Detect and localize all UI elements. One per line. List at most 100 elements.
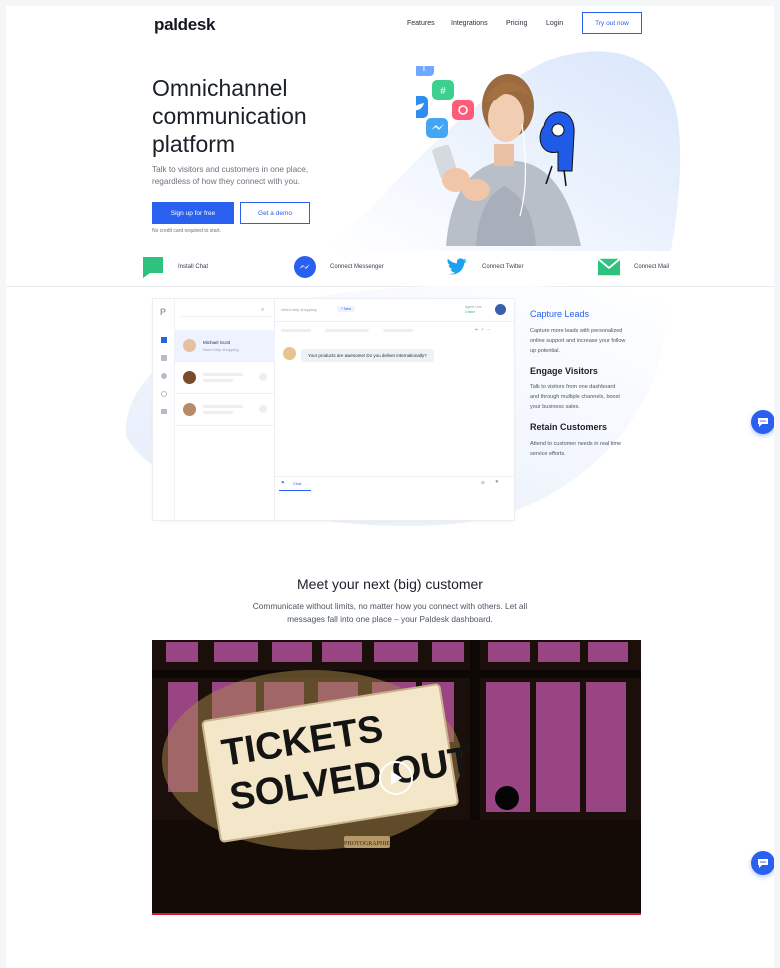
agent-status: Online <box>465 310 476 314</box>
meet-subtitle-line: Communicate without limits, no matter ho… <box>252 601 528 611</box>
chat-widget-button[interactable] <box>751 410 774 434</box>
channel-connect-messenger[interactable]: Connect Messenger <box>294 256 384 278</box>
new-chat-button[interactable]: + New <box>337 306 356 312</box>
chat-message-bubble: Your products are awesome! Do you delive… <box>301 349 434 362</box>
chat-nav-icon[interactable] <box>161 337 167 343</box>
feature-line: up potential. <box>530 348 560 354</box>
meet-subtitle: Communicate without limits, no matter ho… <box>242 600 538 625</box>
video-progress-bar[interactable] <box>152 913 641 915</box>
video-player[interactable]: TICKETS SOLVED OUT PHOTOGRAPHIE <box>152 640 641 915</box>
composer-tab-underline <box>279 490 311 491</box>
folder-nav-icon[interactable] <box>161 409 167 414</box>
feature-line: Talk to visitors from one dashboard <box>530 384 616 390</box>
user-nav-icon[interactable] <box>161 373 167 379</box>
chat-tab[interactable]: Need help shopping <box>281 307 317 312</box>
status-dot <box>259 373 267 381</box>
svg-text:#: # <box>440 86 446 97</box>
customer-avatar <box>283 347 296 360</box>
feature-line: service efforts. <box>530 451 566 457</box>
placeholder-line <box>281 329 311 332</box>
feature-title-engage-visitors: Engage Visitors <box>530 366 598 376</box>
attachment-icon[interactable]: ⌀ <box>481 479 485 486</box>
hero-image-woman-with-phone: f # <box>416 66 581 246</box>
conversation-search-input[interactable] <box>181 307 271 317</box>
channel-install-chat[interactable]: Install Chat <box>142 256 208 278</box>
no-credit-card-note: No credit card required to start. <box>152 228 221 234</box>
placeholder-line <box>203 379 233 382</box>
hero-title: Omnichannel communication platform <box>152 74 352 158</box>
chat-flag-icon <box>142 256 164 278</box>
plaque-text: PHOTOGRAPHIE <box>344 841 390 847</box>
nav-pricing[interactable]: Pricing <box>506 20 527 27</box>
feature-title-capture-leads: Capture Leads <box>530 309 590 319</box>
nav-integrations[interactable]: Integrations <box>451 20 488 27</box>
chat-actions-icon[interactable]: ⇤ ✓ ⋯ <box>475 327 491 333</box>
get-demo-button[interactable]: Get a demo <box>240 202 310 224</box>
paldesk-logo[interactable]: paldesk <box>154 15 216 35</box>
placeholder-line <box>203 411 233 414</box>
agent-avatar[interactable] <box>495 304 506 315</box>
channel-label: Install Chat <box>178 264 209 270</box>
placeholder-line <box>203 373 243 376</box>
chat-bubble-icon <box>758 858 768 868</box>
try-out-now-button[interactable]: Try out now <box>582 12 642 34</box>
channel-label: Connect Messenger <box>330 264 384 270</box>
twitter-bubble-icon <box>416 96 428 118</box>
avatar <box>183 403 196 416</box>
search-icon: ⌕ <box>261 307 265 313</box>
hero-title-line: platform <box>152 131 236 157</box>
agent-status-label: Agent Live <box>465 305 482 309</box>
meet-subtitle-line: messages fall into one place – your Pald… <box>287 613 493 624</box>
conversation-name: Michael Scott <box>203 340 231 345</box>
facebook-bubble-icon: f <box>416 66 434 76</box>
conversation-preview: Need help shopping <box>203 347 239 352</box>
status-dot <box>259 405 267 413</box>
hero-subtitle-line: Talk to visitors and customers in one pl… <box>152 165 309 174</box>
placeholder-line <box>203 405 243 408</box>
chat-bubble-icon <box>758 417 768 427</box>
hero-subtitle-line: regardless of how they connect with you. <box>152 177 300 186</box>
slack-bubble-icon: # <box>432 80 454 100</box>
tag-nav-icon[interactable] <box>161 355 167 361</box>
twitter-icon <box>446 256 468 278</box>
conversation-item[interactable] <box>175 362 275 394</box>
meet-title: Meet your next (big) customer <box>297 576 483 592</box>
hero-subtitle: Talk to visitors and customers in one pl… <box>152 164 352 188</box>
dashboard-sidebar: P <box>153 299 175 520</box>
feature-title-retain-customers: Retain Customers <box>530 422 608 432</box>
viber-bubble-icon <box>452 100 474 120</box>
conversation-item[interactable]: Michael Scott Need help shopping <box>175 330 275 362</box>
dashboard-logo: P <box>160 307 167 317</box>
avatar <box>183 339 196 352</box>
nav-features[interactable]: Features <box>407 20 435 27</box>
dashboard-mockup: P ⌕ Michael Scott Need help shopping Nee… <box>152 298 515 521</box>
conversation-list: ⌕ Michael Scott Need help shopping <box>175 299 275 520</box>
placeholder-line <box>383 329 413 332</box>
gear-nav-icon[interactable] <box>161 391 167 397</box>
svg-text:f: f <box>423 66 426 74</box>
feature-line: and through multiple channels, boost <box>530 394 620 400</box>
channel-connect-mail[interactable]: Connect Mail <box>598 256 669 278</box>
emoji-icon[interactable]: ● <box>495 479 499 485</box>
composer-chat-tab[interactable]: Chat <box>293 481 301 486</box>
feature-text-retain-customers: Attend to customer needs in real time se… <box>530 439 650 459</box>
feature-text-capture-leads: Capture more leads with personalized onl… <box>530 326 650 356</box>
channel-label: Connect Twitter <box>482 264 524 270</box>
mail-icon <box>598 256 620 278</box>
feature-line: Capture more leads with personalized <box>530 328 623 334</box>
feature-line: online support and increase your follow <box>530 338 626 344</box>
feature-line: your business sales. <box>530 404 580 410</box>
feature-line: Attend to customer needs in real time <box>530 441 622 447</box>
channel-connect-twitter[interactable]: Connect Twitter <box>446 256 524 278</box>
play-button[interactable] <box>379 761 413 795</box>
hero-title-line: Omnichannel <box>152 75 288 101</box>
page: paldesk Features Integrations Pricing Lo… <box>6 6 774 968</box>
nav-login[interactable]: Login <box>546 20 563 27</box>
hero-title-line: communication <box>152 103 307 129</box>
avatar <box>183 371 196 384</box>
chat-widget-button-lower[interactable] <box>751 851 774 875</box>
conversation-item[interactable] <box>175 394 275 426</box>
composer-divider <box>275 476 514 477</box>
composer-chat-icon: ⚑ <box>281 480 285 485</box>
sign-up-button[interactable]: Sign up for free <box>152 202 234 224</box>
